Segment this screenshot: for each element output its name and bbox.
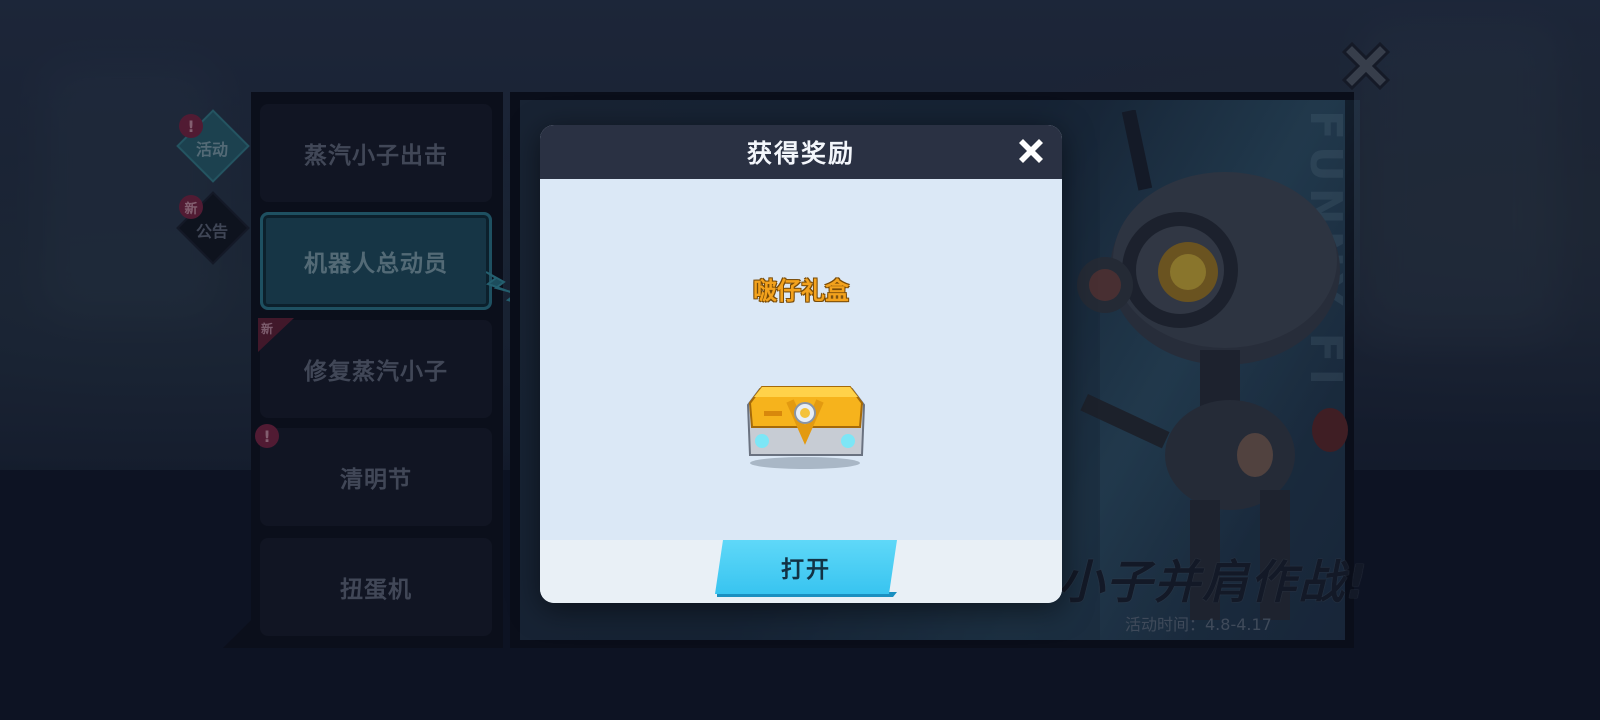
- dialog-body: [540, 179, 1062, 540]
- reward-dialog: 获得奖励 啵仔礼盒 打开: [540, 125, 1062, 603]
- open-button[interactable]: 打开: [715, 540, 897, 594]
- dialog-title: 获得奖励: [746, 139, 855, 168]
- treasure-chest-icon: [746, 386, 866, 469]
- dialog-header: 获得奖励: [540, 125, 1062, 179]
- close-icon[interactable]: [1014, 134, 1048, 168]
- reward-name: 啵仔礼盒: [753, 277, 849, 305]
